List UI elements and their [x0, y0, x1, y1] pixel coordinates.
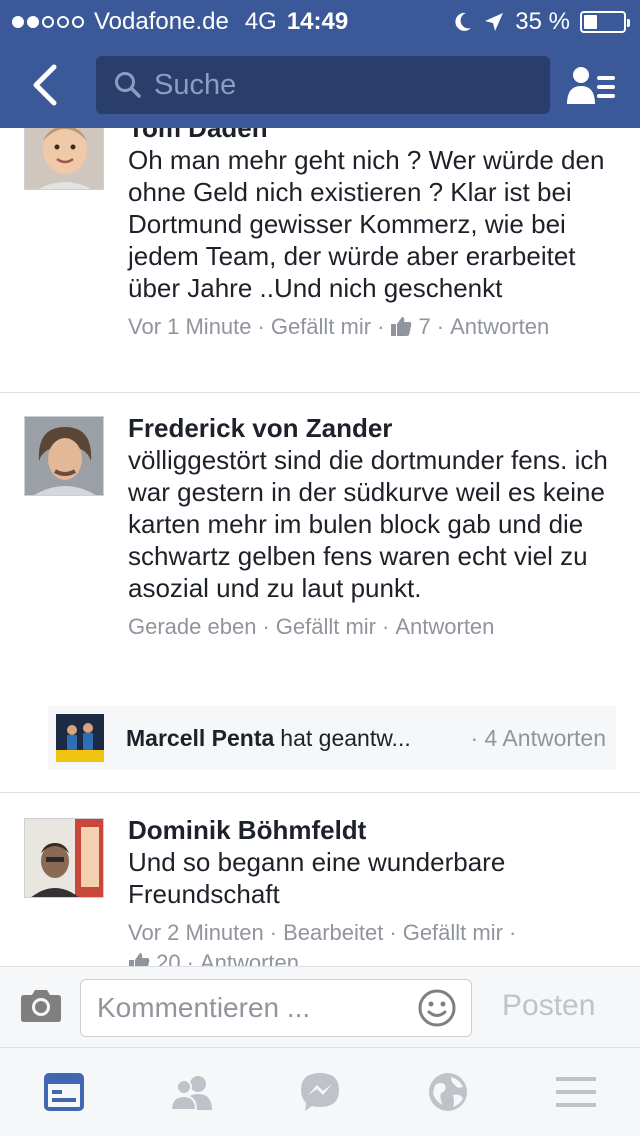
comments-feed[interactable]: Tom Daden Oh man mehr geht nich ? Wer wü… [0, 128, 640, 966]
menu-icon [556, 1077, 596, 1107]
reply-preview[interactable]: Marcell Penta hat geantw... · 4 Antworte… [48, 706, 616, 770]
tab-news-feed[interactable] [42, 1070, 86, 1114]
emoji-button[interactable] [417, 988, 457, 1028]
comment-author[interactable]: Frederick von Zander [128, 412, 620, 444]
avatar[interactable] [24, 128, 104, 190]
divider [0, 392, 640, 393]
reply-avatar-image [56, 714, 104, 762]
comment-text: Oh man mehr geht nich ? Wer würde den oh… [128, 145, 605, 303]
status-right: 35 % [453, 8, 630, 36]
avatar[interactable] [24, 818, 104, 898]
comment-time: Vor 2 Minuten [128, 920, 264, 945]
back-button[interactable] [22, 60, 68, 110]
search-input[interactable]: Suche [96, 56, 550, 114]
friends-icon [170, 1076, 212, 1110]
signal-strength-icon [12, 16, 84, 28]
comment-body: Dominik Böhmfeldt Und so begann eine wun… [128, 814, 620, 966]
tab-friends[interactable] [170, 1070, 214, 1114]
reply-link[interactable]: Antworten [200, 950, 299, 966]
carrier-name: Vodafone.de [94, 8, 229, 35]
comment-author[interactable]: Tom Daden [128, 128, 620, 144]
signal-dot [12, 16, 24, 28]
reply-link[interactable]: Antworten [395, 614, 494, 639]
like-link[interactable]: Gefällt mir [403, 920, 503, 945]
reply-count[interactable]: · 4 Antworten [470, 725, 606, 752]
comment-body: Frederick von Zander völliggestört sind … [128, 412, 620, 642]
avatar-image [25, 417, 103, 495]
comment-placeholder: Kommentieren ... [97, 992, 311, 1023]
like-count: 7 [418, 314, 431, 339]
friend-requests-button[interactable] [566, 60, 618, 110]
like-link[interactable]: Gefällt mir [271, 314, 371, 339]
tab-messenger[interactable] [298, 1070, 342, 1114]
signal-dot [27, 16, 39, 28]
battery-percent: 35 % [515, 8, 570, 35]
comment-meta: Gerade eben · Gefällt mir · Antworten [128, 614, 495, 639]
battery-tip [627, 19, 630, 27]
like-count: 20 [156, 950, 181, 966]
avatar-image [25, 819, 103, 897]
comment-input[interactable]: Kommentieren ... [80, 979, 472, 1037]
moon-icon [455, 12, 472, 31]
search-icon [115, 72, 141, 98]
navbar: Suche [0, 42, 640, 128]
comment-body: Tom Daden Oh man mehr geht nich ? Wer wü… [128, 128, 620, 342]
signal-dot [57, 16, 69, 28]
comment-text: völliggestört sind die dortmunder fens. … [128, 445, 608, 603]
comment-text: Und so begann eine wunderbare Freundscha… [128, 847, 506, 909]
camera-icon [21, 990, 61, 1022]
comment-meta: Vor 1 Minute · Gefällt mir · 7 · Antworten [128, 314, 550, 339]
thumbs-up-icon [391, 317, 412, 336]
messenger-icon [301, 1073, 339, 1111]
status-time: 14:49 [286, 8, 349, 35]
avatar-image [25, 128, 103, 189]
tab-menu[interactable] [554, 1070, 598, 1114]
comment-meta: Vor 2 Minuten · Bearbeitet · Gefällt mir · 20… [128, 918, 620, 966]
chevron-left-icon [33, 64, 57, 106]
notifications-globe-icon [429, 1073, 467, 1111]
news-feed-icon [44, 1073, 84, 1111]
reply-author[interactable]: Marcell Penta [126, 725, 274, 752]
signal-dot [72, 16, 84, 28]
reply-avatar [56, 714, 104, 762]
signal-dot [42, 16, 54, 28]
network-type: 4G [244, 8, 277, 35]
camera-button[interactable] [20, 987, 62, 1023]
edited-label[interactable]: Bearbeitet [283, 920, 383, 945]
search-placeholder: Suche [154, 68, 237, 101]
thumbs-up-icon [129, 953, 150, 966]
battery-icon [580, 11, 630, 33]
like-link[interactable]: Gefällt mir [276, 614, 376, 639]
location-arrow-icon [485, 13, 504, 31]
friend-requests-icon [567, 67, 615, 104]
avatar[interactable] [24, 416, 104, 496]
comment-time: Vor 1 Minute [128, 314, 252, 339]
comment-author[interactable]: Dominik Böhmfeldt [128, 814, 620, 846]
reply-text: hat geantw... [280, 724, 411, 751]
post-button[interactable]: Posten [502, 989, 595, 1023]
smiley-icon [418, 989, 456, 1027]
reply-link[interactable]: Antworten [450, 314, 549, 339]
status-bar: Vodafone.de 4G 14:49 35 % [0, 0, 640, 42]
divider [0, 792, 640, 793]
tab-notifications[interactable] [426, 1070, 470, 1114]
app-header: Vodafone.de 4G 14:49 35 % Suche [0, 0, 640, 128]
tab-bar [0, 1048, 640, 1136]
battery-level [584, 15, 597, 29]
comment-composer: Kommentieren ... Posten [0, 966, 640, 1048]
comment-time: Gerade eben [128, 614, 257, 639]
status-left: Vodafone.de 4G 14:49 [12, 8, 348, 36]
